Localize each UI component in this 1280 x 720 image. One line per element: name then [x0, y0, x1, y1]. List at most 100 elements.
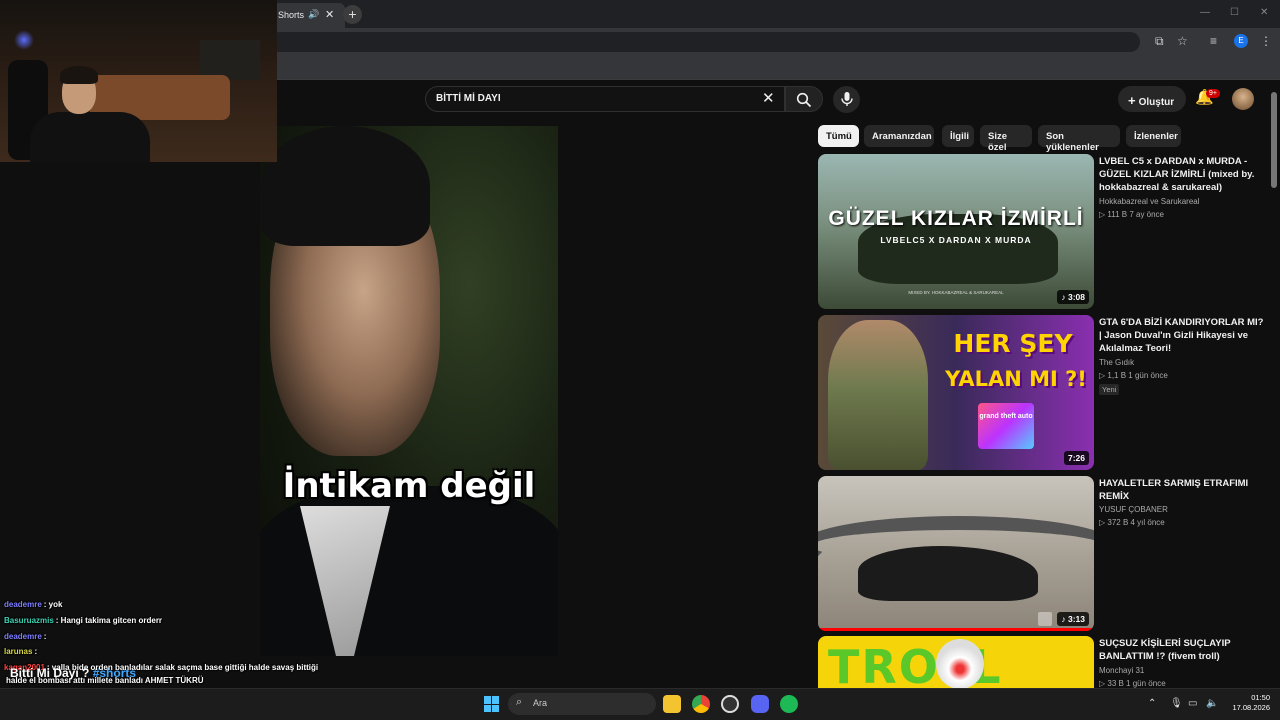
page-scrollbar[interactable]	[1271, 92, 1277, 188]
webcam-person-body	[30, 112, 150, 162]
new-badge: Yeni	[1099, 384, 1120, 395]
video-meta: ▷ 111 B 7 ay önce	[1099, 210, 1165, 219]
thumbnail-text: GÜZEL KIZLAR İZMİRLİ	[828, 207, 1084, 230]
filter-chip[interactable]: Size özel	[980, 125, 1032, 153]
webcam-light	[14, 30, 34, 50]
taskbar-search-placeholder: Ara	[533, 698, 548, 708]
chat-username[interactable]: Basuruazmis	[4, 616, 54, 625]
chat-username[interactable]: larunas	[4, 647, 32, 656]
video-meta: ▷ 372 B 4 yıl önce	[1099, 518, 1165, 527]
webcam-shelf	[200, 40, 260, 80]
chat-text: :	[34, 647, 38, 656]
search-button[interactable]	[785, 86, 823, 112]
filter-chip[interactable]: İzlenenler	[1126, 125, 1181, 147]
chat-username[interactable]: deademre	[4, 632, 42, 641]
close-window-icon[interactable]: ✕	[1260, 7, 1268, 18]
file-explorer-icon[interactable]	[663, 695, 681, 713]
speaker-icon[interactable]: 🔊	[308, 9, 319, 20]
video-meta: ▷ 33 B 1 gün önce	[1099, 679, 1166, 688]
chat-text: : yok	[43, 600, 63, 609]
maximize-icon[interactable]: ☐	[1230, 7, 1239, 18]
taskbar-clock[interactable]: 01:50 17.08.2026	[1230, 693, 1270, 713]
short-hashtag[interactable]: #shorts	[93, 666, 136, 680]
tray-chevron-icon[interactable]: ⌃	[1148, 698, 1156, 709]
filter-chip[interactable]: İlgili	[942, 125, 974, 147]
duration-badge: ♪ 3:13	[1057, 612, 1089, 626]
chat-message: deademre:	[4, 632, 46, 641]
chat-message: Basuruazmis: Hangi takima gitcen orderr	[4, 616, 162, 625]
chat-text: :	[43, 632, 47, 641]
video-frame-hair	[260, 126, 430, 246]
clock-time: 01:50	[1251, 693, 1270, 702]
plus-icon: +	[1128, 93, 1136, 108]
chat-username[interactable]: deademre	[4, 600, 42, 609]
notification-badge: 9+	[1206, 89, 1220, 98]
clock-date: 17.08.2026	[1232, 703, 1270, 712]
channel-name[interactable]: The Gıdık	[1099, 358, 1134, 367]
install-app-icon[interactable]: ⧉	[1155, 34, 1164, 49]
new-tab-button[interactable]: +	[343, 5, 362, 24]
media-control-icon[interactable]: ≡	[1210, 34, 1217, 48]
close-tab-icon[interactable]: ✕	[325, 8, 334, 21]
browser-tab[interactable]: Shorts 🔊 ✕	[270, 3, 345, 28]
chat-text: : Hangi takima gitcen orderr	[55, 616, 163, 625]
thumbnail-credit: MIXED BY. HOKKABAZREAL & SARUKAREAL	[908, 290, 1004, 295]
channel-name[interactable]: YUSUF ÇOBANER	[1099, 505, 1168, 514]
minimize-icon[interactable]: —	[1200, 7, 1210, 18]
windows-start-icon[interactable]	[484, 696, 500, 712]
browser-menu-icon[interactable]: ⋮	[1260, 34, 1272, 48]
caption-toggle-icon[interactable]	[1038, 612, 1052, 626]
gta-logo-icon: grand theft auto	[978, 403, 1034, 449]
search-icon	[796, 92, 812, 108]
spotify-icon[interactable]	[780, 695, 798, 713]
tray-mic-icon[interactable]: 🎙	[1170, 698, 1183, 709]
clear-search-icon[interactable]: ✕	[762, 89, 775, 107]
webcam-person-hair	[60, 66, 98, 84]
create-button[interactable]: + Oluştur	[1118, 86, 1186, 112]
search-icon: ⌕	[516, 696, 523, 708]
bookmark-star-icon[interactable]: ☆	[1177, 34, 1188, 48]
video-caption: İntikam değil	[282, 466, 536, 506]
channel-name[interactable]: Hokkabazreal ve Sarukareal	[1099, 197, 1200, 206]
short-title-overlay: Bitti Mi Dayı ? #shorts	[10, 666, 136, 680]
microphone-icon	[840, 92, 853, 106]
search-input[interactable]: BİTTİ Mİ DAYI	[425, 86, 785, 112]
create-label: Oluştur	[1138, 97, 1175, 108]
tray-volume-icon[interactable]: 🔈	[1206, 698, 1218, 709]
tab-title: Shorts	[278, 10, 305, 20]
watch-progress-bar	[818, 628, 1094, 631]
taskbar-search[interactable]: ⌕ Ara	[508, 693, 656, 715]
video-thumbnail[interactable]: GÜZEL KIZLAR İZMİRLİ LVBELC5 X DARDAN X …	[818, 154, 1094, 309]
tray-network-icon[interactable]: ▭	[1188, 698, 1197, 709]
video-title[interactable]: LVBEL C5 x DARDAN x MURDA - GÜZEL KIZLAR…	[1099, 155, 1264, 194]
address-bar[interactable]	[270, 32, 1140, 52]
webcam-overlay	[0, 0, 277, 162]
discord-icon[interactable]	[751, 695, 769, 713]
video-meta: ▷ 1,1 B 1 gün önce	[1099, 371, 1168, 380]
duration-badge: ♪ 3:08	[1057, 290, 1089, 304]
thumbnail-subtext: LVBELC5 X DARDAN X MURDA	[880, 235, 1032, 245]
filter-chip[interactable]: Aramanızdan	[864, 125, 934, 147]
video-thumbnail[interactable]: ♪ 3:13	[818, 476, 1094, 631]
video-thumbnail[interactable]: HER ŞEY YALAN MI ?! grand theft auto 7:2…	[818, 315, 1094, 470]
chat-message: deademre: yok	[4, 600, 62, 609]
shorts-video-player[interactable]: İntikam değil	[260, 126, 558, 656]
clown-face-icon	[936, 639, 984, 688]
video-thumbnail[interactable]: TROLL	[818, 636, 1094, 688]
duration-badge: 7:26	[1063, 451, 1089, 465]
thumbnail-character	[828, 320, 928, 470]
chat-message: larunas:	[4, 647, 37, 656]
thumbnail-subtext: YALAN MI ?!	[945, 367, 1087, 391]
filter-chip[interactable]: Son yüklenenler	[1038, 125, 1120, 153]
voice-search-button[interactable]	[833, 86, 860, 113]
thumbnail-text: HER ŞEY	[953, 329, 1073, 358]
avatar[interactable]	[1232, 88, 1254, 110]
video-title[interactable]: SUÇSUZ KİŞİLERİ SUÇLAYIP BANLATTIM !? (f…	[1099, 637, 1264, 663]
channel-name[interactable]: Monchayi 31	[1099, 666, 1144, 675]
obs-icon[interactable]	[721, 695, 739, 713]
filter-chip[interactable]: Tümü	[818, 125, 859, 147]
chrome-icon[interactable]	[692, 695, 710, 713]
browser-profile-icon[interactable]: E	[1234, 34, 1248, 48]
video-title[interactable]: GTA 6'DA BİZİ KANDIRIYORLAR MI? | Jason …	[1099, 316, 1264, 355]
video-title[interactable]: HAYALETLER SARMIŞ ETRAFIMI REMİX	[1099, 477, 1264, 503]
